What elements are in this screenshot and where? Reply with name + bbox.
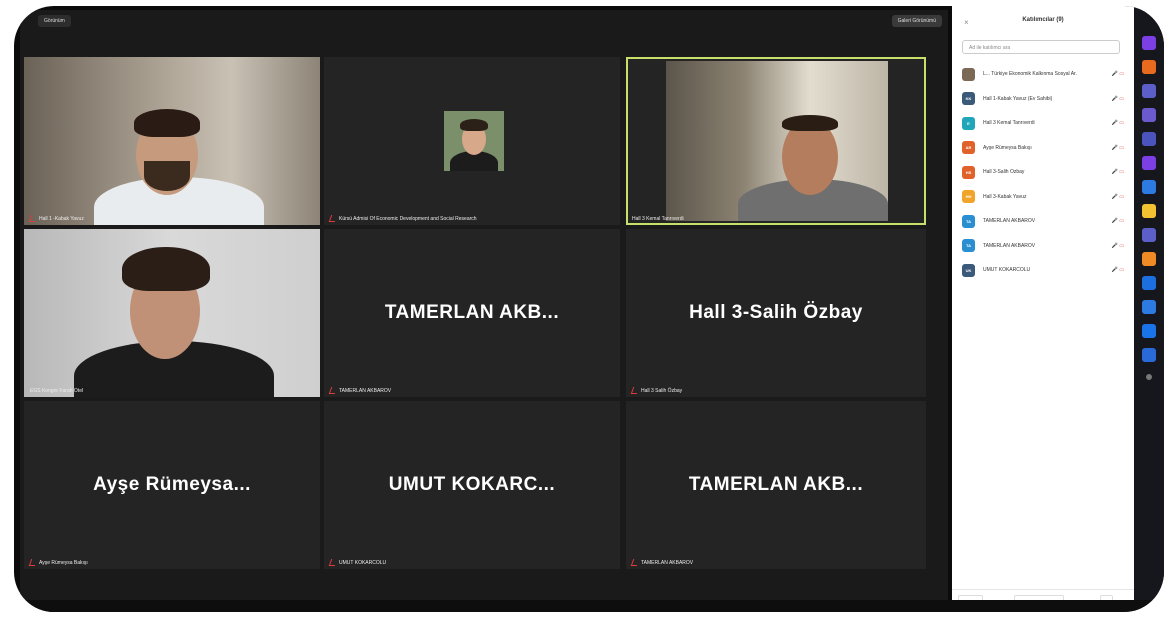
avatar: AR bbox=[962, 141, 975, 155]
avatar: HS bbox=[962, 165, 975, 179]
video-tile-9[interactable]: TAMERLAN AKB... TAMERLAN AKBAROV bbox=[626, 401, 926, 569]
participant-name-placeholder: UMUT KOKARC... bbox=[388, 474, 556, 495]
app-icon[interactable] bbox=[1142, 348, 1156, 362]
participant-row[interactable]: L... Türkiye Ekonomik Kalkınma Sosyal Ar… bbox=[962, 62, 1124, 87]
panel-title: Katılımcılar (9) bbox=[1022, 17, 1064, 23]
app-dock bbox=[1134, 6, 1164, 612]
avatar: UK bbox=[962, 263, 975, 277]
participant-label: TAMERLAN AKBAROV bbox=[630, 559, 693, 566]
participant-name-placeholder: TAMERLAN AKB... bbox=[688, 474, 864, 495]
mic-camera-status-icon[interactable]: 🎤 ▭ bbox=[1112, 120, 1124, 126]
participant-label: Hall 3 Salih Özbay bbox=[630, 387, 682, 394]
participant-label: EGS Kongre Farah Otel bbox=[30, 388, 84, 394]
muted-mic-icon bbox=[328, 559, 338, 566]
participant-name-placeholder: Ayşe Rümeysa... bbox=[93, 474, 251, 495]
video-tile-1[interactable]: Hall 1 -Kabak Yavuz bbox=[24, 57, 320, 225]
mic-camera-status-icon[interactable]: 🎤 ▭ bbox=[1112, 243, 1124, 249]
app-icon[interactable] bbox=[1142, 204, 1156, 218]
participant-row[interactable]: E Hall 3 Kemal Tanrıverdi 🎤 ▭ bbox=[962, 111, 1124, 136]
participant-row[interactable]: TA TAMERLAN AKBAROV 🎤 ▭ bbox=[962, 234, 1124, 259]
app-icon[interactable] bbox=[1142, 228, 1156, 242]
avatar: HH bbox=[962, 190, 975, 204]
app-icon[interactable] bbox=[1142, 84, 1156, 98]
muted-mic-icon bbox=[28, 215, 38, 222]
participant-name: UMUT KOKARCOLU bbox=[983, 267, 1031, 274]
video-tile-6[interactable]: Hall 3-Salih Özbay Hall 3 Salih Özbay bbox=[626, 229, 926, 397]
muted-mic-icon bbox=[630, 387, 640, 394]
muted-mic-icon bbox=[328, 215, 338, 222]
participant-label: Hall 3 Kemal Tanrıverdi bbox=[632, 216, 684, 222]
participant-name-placeholder: Hall 3-Salih Özbay bbox=[689, 302, 863, 323]
mic-camera-status-icon[interactable]: 🎤 ▭ bbox=[1112, 145, 1124, 151]
participant-video bbox=[24, 57, 320, 225]
video-tile-4[interactable]: EGS Kongre Farah Otel bbox=[24, 229, 320, 397]
meeting-window: Görünüm Galeri Görünümü Hall 1 -Kabak Ya… bbox=[14, 6, 1164, 612]
mic-camera-status-icon[interactable]: 🎤 ▭ bbox=[1112, 218, 1124, 224]
mic-camera-status-icon[interactable]: 🎤 ▭ bbox=[1112, 194, 1124, 200]
app-icon[interactable] bbox=[1142, 324, 1156, 338]
participant-row[interactable]: KK Hall 1-Kabak Yavuz (Ev Sahibi) 🎤 ▭ bbox=[962, 87, 1124, 112]
participant-label: Hall 1 -Kabak Yavuz bbox=[28, 215, 84, 222]
participant-row[interactable]: AR Ayşe Rümeysa Bakışı 🎤 ▭ bbox=[962, 136, 1124, 161]
avatar bbox=[962, 67, 975, 81]
participant-video bbox=[666, 61, 888, 221]
meeting-topbar: Görünüm Galeri Görünümü bbox=[20, 10, 948, 32]
participant-label: TAMERLAN AKBAROV bbox=[328, 387, 391, 394]
app-icon[interactable] bbox=[1142, 276, 1156, 290]
participant-label: Kürsü Admisi Of Economic Development and… bbox=[328, 215, 477, 222]
mic-camera-status-icon[interactable]: 🎤 ▭ bbox=[1112, 169, 1124, 175]
participant-video bbox=[24, 229, 320, 397]
more-apps-icon[interactable] bbox=[1146, 374, 1152, 380]
participant-list: L... Türkiye Ekonomik Kalkınma Sosyal Ar… bbox=[962, 62, 1124, 283]
participant-row[interactable]: TA TAMERLAN AKBAROV 🎤 ▭ bbox=[962, 209, 1124, 234]
app-icon[interactable] bbox=[1142, 132, 1156, 146]
avatar: KK bbox=[962, 92, 975, 106]
avatar: TA bbox=[962, 214, 975, 228]
app-icon[interactable] bbox=[1142, 36, 1156, 50]
participant-name: Hall 3-Salih Özbay bbox=[983, 169, 1025, 176]
video-tile-8[interactable]: UMUT KOKARC... UMUT KOKARCOLU bbox=[324, 401, 620, 569]
video-tile-5[interactable]: TAMERLAN AKB... TAMERLAN AKBAROV bbox=[324, 229, 620, 397]
participant-label: UMUT KOKARCOLU bbox=[328, 559, 386, 566]
view-tag[interactable]: Görünüm bbox=[38, 15, 71, 27]
avatar: TA bbox=[962, 239, 975, 253]
taskbar bbox=[14, 600, 1164, 612]
participant-photo bbox=[444, 111, 504, 171]
muted-mic-icon bbox=[630, 559, 640, 566]
mic-camera-status-icon[interactable]: 🎤 ▭ bbox=[1112, 71, 1124, 77]
participant-name: Hall 3-Kabak Yavuz bbox=[983, 193, 1027, 200]
participant-name: L... Türkiye Ekonomik Kalkınma Sosyal Ar… bbox=[983, 71, 1077, 78]
app-icon[interactable] bbox=[1142, 108, 1156, 122]
video-tile-3-active-speaker[interactable]: Hall 3 Kemal Tanrıverdi bbox=[626, 57, 926, 225]
participant-row[interactable]: HH Hall 3-Kabak Yavuz 🎤 ▭ bbox=[962, 185, 1124, 210]
participant-label: Ayşe Rümeysa Bakışı bbox=[28, 559, 88, 566]
participant-name: Ayşe Rümeysa Bakışı bbox=[983, 144, 1032, 151]
participants-panel: × Katılımcılar (9) Ad ile katılımcı ara … bbox=[952, 6, 1134, 612]
participant-search-input[interactable]: Ad ile katılımcı ara bbox=[962, 40, 1120, 54]
participant-row[interactable]: UK UMUT KOKARCOLU 🎤 ▭ bbox=[962, 258, 1124, 283]
muted-mic-icon bbox=[28, 559, 38, 566]
mic-camera-status-icon[interactable]: 🎤 ▭ bbox=[1112, 96, 1124, 102]
participant-name: TAMERLAN AKBAROV bbox=[983, 218, 1036, 225]
app-icon[interactable] bbox=[1142, 252, 1156, 266]
participant-name: Hall 1-Kabak Yavuz (Ev Sahibi) bbox=[983, 95, 1053, 102]
app-icon[interactable] bbox=[1142, 60, 1156, 74]
app-icon[interactable] bbox=[1142, 300, 1156, 314]
participant-row[interactable]: HS Hall 3-Salih Özbay 🎤 ▭ bbox=[962, 160, 1124, 185]
avatar: E bbox=[962, 116, 975, 130]
video-tile-7[interactable]: Ayşe Rümeysa... Ayşe Rümeysa Bakışı bbox=[24, 401, 320, 569]
mic-camera-status-icon[interactable]: 🎤 ▭ bbox=[1112, 267, 1124, 273]
participant-name: TAMERLAN AKBAROV bbox=[983, 242, 1036, 249]
app-icon[interactable] bbox=[1142, 156, 1156, 170]
participant-name: Hall 3 Kemal Tanrıverdi bbox=[983, 120, 1035, 127]
video-gallery: Görünüm Galeri Görünümü Hall 1 -Kabak Ya… bbox=[20, 10, 948, 608]
video-tile-2[interactable]: Kürsü Admisi Of Economic Development and… bbox=[324, 57, 620, 225]
app-icon[interactable] bbox=[1142, 180, 1156, 194]
gallery-view-button[interactable]: Galeri Görünümü bbox=[891, 15, 942, 27]
participant-name-placeholder: TAMERLAN AKB... bbox=[384, 302, 560, 323]
muted-mic-icon bbox=[328, 387, 338, 394]
